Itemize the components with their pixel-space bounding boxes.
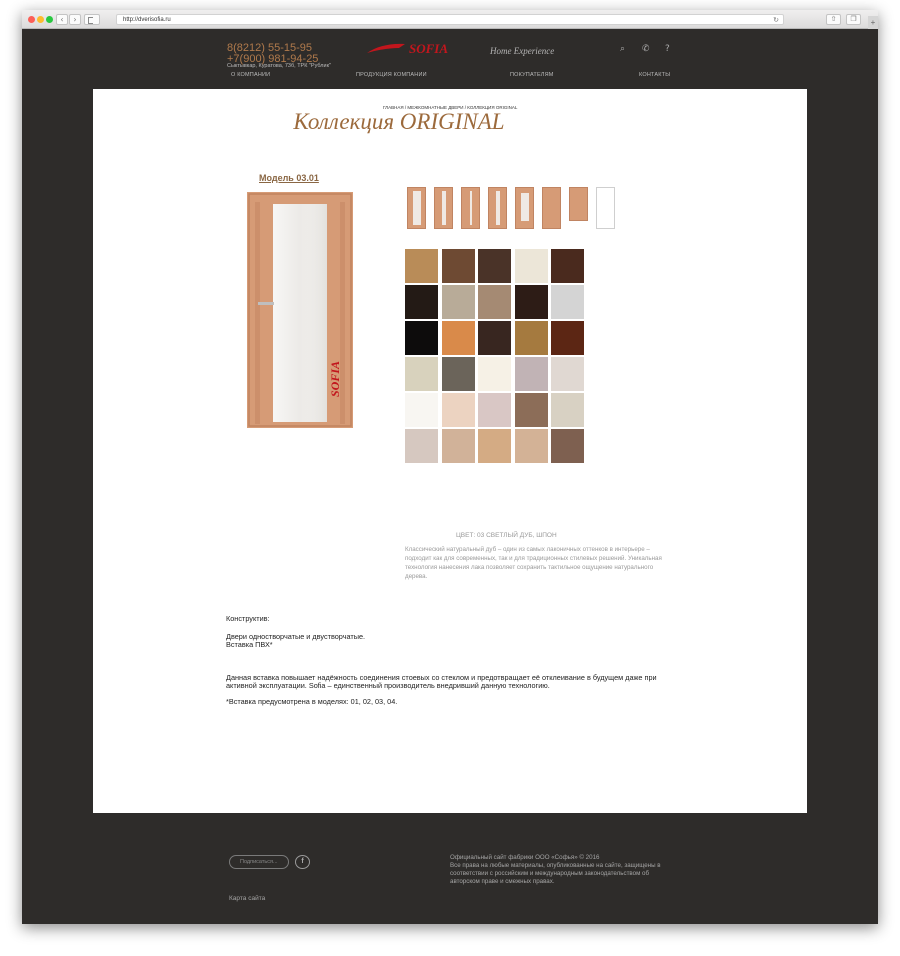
color-swatch[interactable] xyxy=(478,249,511,283)
color-title: ЦВЕТ: 03 СВЕТЛЫЙ ДУБ, ШПОН xyxy=(456,532,557,539)
logo-swoosh xyxy=(367,43,405,53)
copyright-line1: Официальный сайт фабрики ООО «Софья» © 2… xyxy=(450,854,600,861)
color-swatch[interactable] xyxy=(405,321,438,355)
color-swatch[interactable] xyxy=(551,321,584,355)
color-swatch[interactable] xyxy=(551,249,584,283)
url-text[interactable]: http://dverisofia.ru xyxy=(123,15,171,25)
door-logo: SOFIA xyxy=(328,361,342,397)
color-swatch[interactable] xyxy=(514,393,548,427)
search-icon[interactable]: ⌕ xyxy=(620,44,625,54)
new-tab-icon[interactable]: + xyxy=(868,16,878,29)
door-preview-image: SOFIA xyxy=(247,192,353,428)
insert-models: *Вставка предусмотрена в моделях: 01, 02… xyxy=(226,696,398,706)
color-swatch[interactable] xyxy=(405,393,438,427)
logo-text: SOFIA xyxy=(409,41,448,56)
color-swatch[interactable] xyxy=(478,321,511,355)
sidebar-icon[interactable] xyxy=(84,14,100,25)
construct-label: Конструктив: xyxy=(226,614,270,623)
color-swatch[interactable] xyxy=(478,357,511,391)
model-link[interactable]: Модель 03.01 xyxy=(259,173,319,183)
nav-contacts[interactable]: КОНТАКТЫ xyxy=(639,72,670,78)
minimize-window-button[interactable] xyxy=(37,16,44,23)
color-swatch[interactable] xyxy=(551,429,584,463)
color-swatch[interactable] xyxy=(441,393,475,427)
help-icon[interactable]: ? xyxy=(665,44,670,54)
color-swatch[interactable] xyxy=(514,285,548,319)
color-swatch[interactable] xyxy=(441,249,475,283)
page-title: Коллекция ORIGINAL xyxy=(293,109,505,134)
copyright-text: Официальный сайт фабрики ООО «Софья» © 2… xyxy=(450,854,680,886)
construct-line2: Вставка ПВХ* xyxy=(226,640,273,649)
construction-info: Конструктив: Двери одностворчатые и двус… xyxy=(226,614,666,706)
color-swatch[interactable] xyxy=(551,357,584,391)
door-thumbnail[interactable] xyxy=(542,187,561,229)
color-swatch[interactable] xyxy=(478,429,511,463)
forward-icon[interactable]: › xyxy=(69,14,81,25)
door-thumbnail[interactable] xyxy=(488,187,507,229)
nav-products[interactable]: ПРОДУКЦИЯ КОМПАНИИ xyxy=(356,72,427,78)
close-window-button[interactable] xyxy=(28,16,35,23)
color-swatch[interactable] xyxy=(441,321,475,355)
color-swatch[interactable] xyxy=(514,357,548,391)
copyright-line2: Все права на любые материалы, опубликова… xyxy=(450,862,661,885)
logo-tagline: Home Experience xyxy=(490,46,555,56)
color-swatch[interactable] xyxy=(478,393,511,427)
color-swatch[interactable] xyxy=(441,429,475,463)
insert-note: Данная вставка повышает надёжность соеди… xyxy=(226,672,657,690)
color-swatch[interactable] xyxy=(514,321,548,355)
maximize-window-button[interactable] xyxy=(46,16,53,23)
color-swatches xyxy=(405,249,587,465)
sitemap-link[interactable]: Карта сайта xyxy=(229,895,265,902)
color-description: Классический натуральный дуб – один из с… xyxy=(405,546,662,580)
browser-window: ‹ › http://dverisofia.ru ↻ ⇧ ❐ + 8(8212)… xyxy=(22,10,878,924)
color-swatch[interactable] xyxy=(551,393,584,427)
door-thumbnail[interactable] xyxy=(515,187,534,229)
color-swatch[interactable] xyxy=(551,285,584,319)
construct-line1: Двери одностворчатые и двустворчатые. xyxy=(226,631,366,641)
phone-icon[interactable]: ✆ xyxy=(642,44,650,54)
page-content: ГЛАВНАЯ / МЕЖКОМНАТНЫЕ ДВЕРИ / КОЛЛЕКЦИЯ… xyxy=(93,89,807,813)
color-swatch[interactable] xyxy=(441,285,475,319)
color-swatch[interactable] xyxy=(514,249,548,283)
color-swatch[interactable] xyxy=(441,357,475,391)
door-thumbnail[interactable] xyxy=(596,187,615,229)
color-swatch[interactable] xyxy=(405,357,438,391)
subscribe-input[interactable]: Подписаться... xyxy=(229,855,289,869)
door-thumbnail[interactable] xyxy=(461,187,480,229)
share-icon[interactable]: ⇧ xyxy=(826,14,841,25)
reload-icon[interactable]: ↻ xyxy=(773,15,779,25)
color-swatch[interactable] xyxy=(478,285,511,319)
door-thumbnail[interactable] xyxy=(407,187,426,229)
tabs-icon[interactable]: ❐ xyxy=(846,14,861,25)
color-swatch[interactable] xyxy=(405,249,438,283)
door-thumbnail[interactable] xyxy=(434,187,453,229)
nav-customers[interactable]: ПОКУПАТЕЛЯМ xyxy=(510,72,554,78)
back-icon[interactable]: ‹ xyxy=(56,14,68,25)
color-swatch[interactable] xyxy=(405,429,438,463)
store-address: Сыктывкар, Куратова, 73б, ТРК "Рублик" xyxy=(227,63,331,69)
sofia-logo[interactable]: SOFIA xyxy=(365,40,485,58)
address-bar[interactable]: http://dverisofia.ru ↻ xyxy=(116,14,784,25)
facebook-icon[interactable]: f xyxy=(295,855,310,869)
color-swatch[interactable] xyxy=(405,285,438,319)
color-swatch[interactable] xyxy=(514,429,548,463)
nav-about[interactable]: О КОМПАНИИ xyxy=(231,72,270,78)
browser-titlebar: ‹ › http://dverisofia.ru ↻ ⇧ ❐ + xyxy=(22,10,878,29)
door-thumbnail[interactable] xyxy=(569,187,588,221)
